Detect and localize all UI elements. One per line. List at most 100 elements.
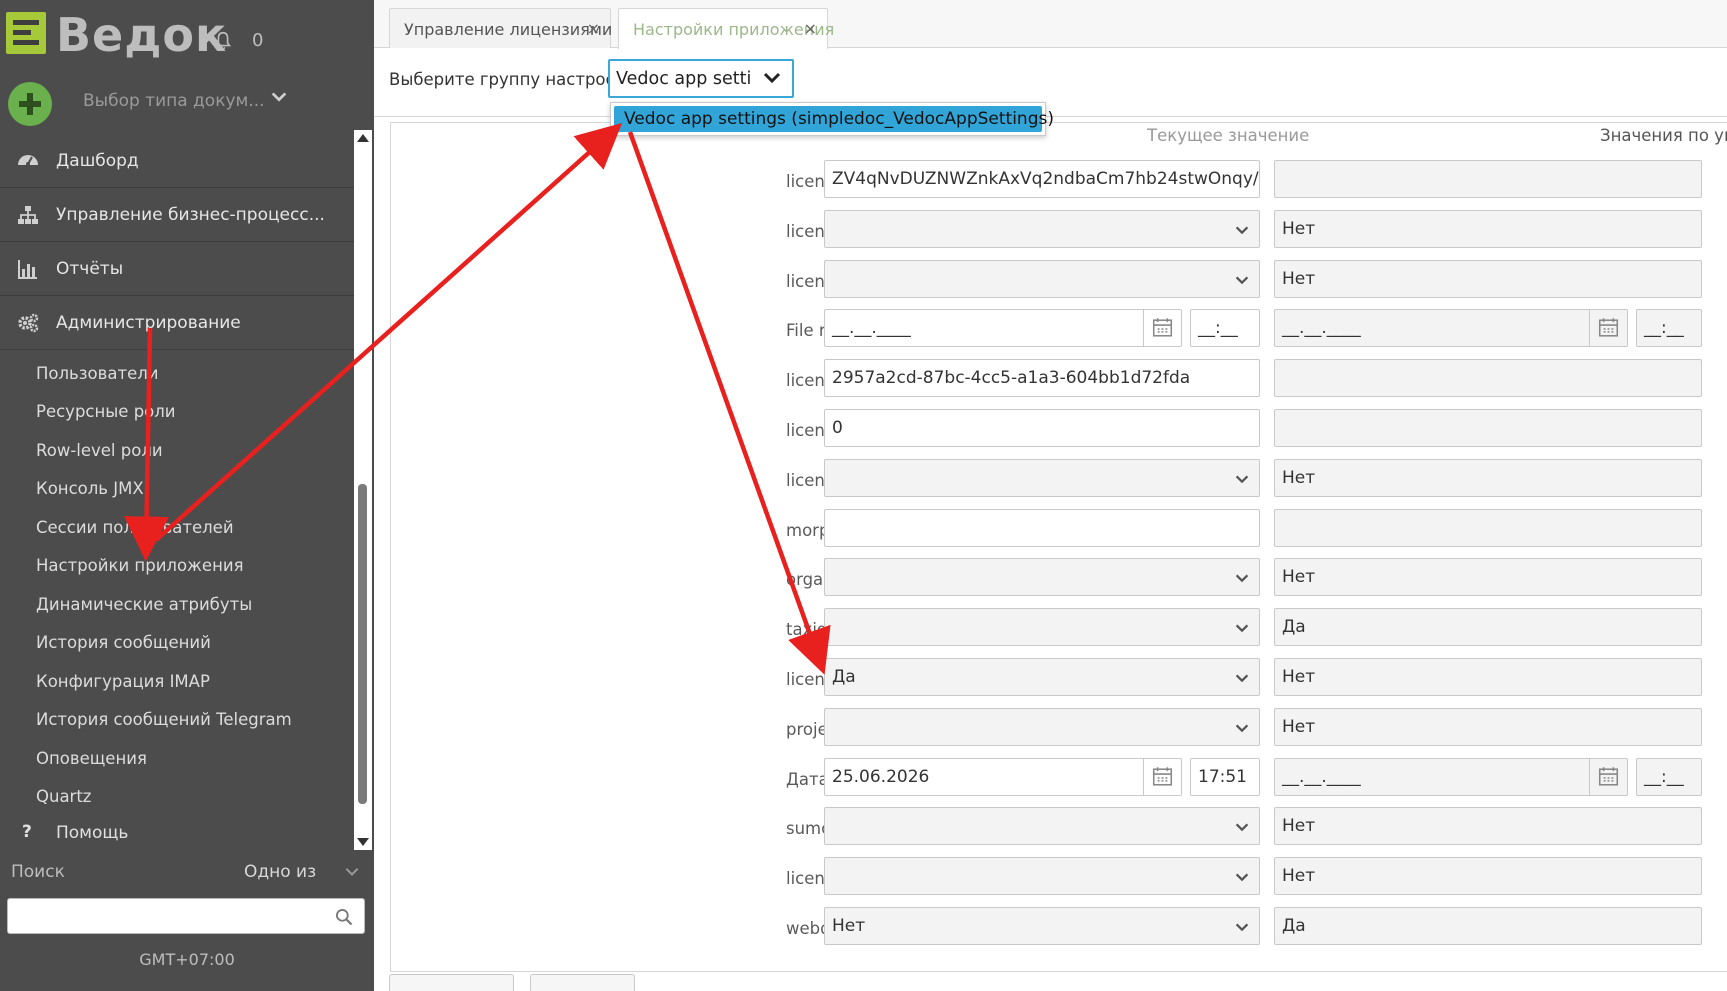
- date-value: __.__.____: [832, 318, 911, 339]
- ok-button[interactable]: [389, 974, 514, 991]
- column-header-current: Текущее значение: [1147, 126, 1310, 145]
- search-header: Поиск Одно из: [0, 858, 374, 888]
- calendar-icon[interactable]: [1143, 310, 1181, 347]
- sidebar-item-reports[interactable]: Отчёты: [0, 242, 354, 296]
- sidebar-item-administration[interactable]: Администрирование: [0, 296, 354, 350]
- notification-count: 0: [252, 30, 264, 51]
- default-date-field[interactable]: __.__.____: [1274, 309, 1628, 348]
- current-date-field[interactable]: __.__.____: [824, 309, 1182, 348]
- sidebar-subitem[interactable]: История сообщений Telegram: [0, 701, 354, 740]
- chevron-down-icon[interactable]: [1233, 470, 1251, 488]
- current-value-select[interactable]: [824, 807, 1260, 846]
- doctype-placeholder[interactable]: Выбор типа докум...: [83, 91, 265, 111]
- default-value-field: Нет: [1274, 558, 1702, 597]
- search-field[interactable]: [7, 898, 365, 934]
- sidebar-scrollbar[interactable]: [354, 130, 372, 850]
- default-time-field[interactable]: __:__: [1636, 309, 1702, 348]
- current-value-input[interactable]: ZV4qNvDUZNWZnkAxVq2ndbaCm7hb24stwOnqy/F4: [824, 160, 1260, 198]
- search-mode-select[interactable]: Одно из: [244, 862, 316, 882]
- current-value-input[interactable]: [824, 508, 1260, 547]
- current-value-input[interactable]: 0: [824, 409, 1260, 447]
- current-value-select[interactable]: [824, 857, 1260, 896]
- calendar-icon[interactable]: [1589, 310, 1627, 347]
- doctype-selector[interactable]: Выбор типа докум...: [0, 78, 374, 126]
- current-time-field[interactable]: __:__: [1190, 309, 1260, 348]
- current-value-select[interactable]: [824, 259, 1260, 298]
- current-value-select[interactable]: [824, 458, 1260, 497]
- sidebar-subitem[interactable]: Row-level роли: [0, 431, 354, 470]
- settings-group-label: Выберите группу настроек: [389, 70, 626, 89]
- settings-group-value: Vedoc app settings: [616, 69, 756, 89]
- current-time-field[interactable]: 17:51: [1190, 757, 1260, 796]
- sidebar-subitem[interactable]: Динамические атрибуты: [0, 585, 354, 624]
- sidebar-subitem[interactable]: Настройки приложения: [0, 547, 354, 586]
- sidebar-subitem[interactable]: Ресурсные роли: [0, 393, 354, 432]
- current-value-select[interactable]: [824, 608, 1260, 647]
- default-date-field[interactable]: __.__.____: [1274, 757, 1628, 796]
- current-value-select[interactable]: [824, 209, 1260, 248]
- chevron-down-icon[interactable]: [270, 88, 288, 106]
- dropdown-option[interactable]: Vedoc app settings (simpledoc_VedocAppSe…: [614, 106, 1054, 132]
- tab-app-settings[interactable]: Настройки приложения ×: [618, 8, 834, 49]
- chevron-down-icon[interactable]: [1233, 271, 1251, 289]
- chevron-down-icon[interactable]: [1233, 719, 1251, 737]
- sidebar-subitem[interactable]: Пользователи: [0, 354, 354, 393]
- chevron-down-icon[interactable]: [1233, 221, 1251, 239]
- logo-icon: [6, 12, 46, 54]
- chevron-down-icon[interactable]: [1233, 868, 1251, 886]
- sidebar-subitem[interactable]: Quartz: [0, 778, 354, 817]
- time-value: __:__: [1644, 766, 1684, 787]
- sidebar-subitem[interactable]: Конфигурация IMAP: [0, 662, 354, 701]
- calendar-icon[interactable]: [1143, 758, 1181, 795]
- default-time-field[interactable]: __:__: [1636, 757, 1702, 796]
- chevron-down-icon[interactable]: [1233, 669, 1251, 687]
- sidebar-item-bpm[interactable]: Управление бизнес-процесс...: [0, 188, 354, 242]
- chevron-down-icon[interactable]: [752, 61, 792, 96]
- current-value-select[interactable]: [824, 558, 1260, 597]
- cancel-button[interactable]: [530, 974, 635, 991]
- close-icon[interactable]: ×: [804, 19, 817, 38]
- gears-icon: [18, 313, 39, 332]
- date-value: __.__.____: [1282, 766, 1361, 787]
- settings-group-select[interactable]: Vedoc app settings: [608, 59, 794, 98]
- current-value-select[interactable]: Нет: [824, 907, 1260, 945]
- chevron-down-icon[interactable]: [1233, 818, 1251, 836]
- tab-label: Управление лицензиями: [404, 20, 613, 39]
- scroll-up-arrow-icon[interactable]: [357, 134, 369, 142]
- chevron-down-icon[interactable]: [1233, 569, 1251, 587]
- chevron-down-icon[interactable]: [1233, 619, 1251, 637]
- close-icon[interactable]: ×: [587, 19, 600, 38]
- create-document-button[interactable]: [8, 82, 52, 126]
- default-value-field: Нет: [1274, 209, 1702, 248]
- sitemap-icon: [18, 205, 38, 224]
- timezone-label: GMT+07:00: [139, 950, 235, 969]
- chevron-down-icon[interactable]: [344, 864, 360, 880]
- sidebar-subitem[interactable]: Консоль JMX: [0, 470, 354, 509]
- default-value: Нет: [1282, 218, 1316, 239]
- search-input[interactable]: [14, 903, 314, 929]
- scrollbar-thumb[interactable]: [358, 484, 367, 804]
- sidebar-item-label: Администрирование: [56, 312, 241, 333]
- default-value: Да: [1282, 617, 1306, 638]
- bell-icon[interactable]: [212, 30, 234, 52]
- default-value: Нет: [1282, 667, 1316, 687]
- calendar-icon[interactable]: [1589, 758, 1627, 795]
- scroll-down-arrow-icon[interactable]: [357, 838, 369, 846]
- sidebar-item-dashboard[interactable]: Дашборд: [0, 134, 354, 188]
- current-value-select[interactable]: [824, 707, 1260, 746]
- sidebar-subitem[interactable]: Оповещения: [0, 739, 354, 778]
- default-value: Да: [1282, 916, 1306, 936]
- chevron-down-icon[interactable]: [1233, 918, 1251, 936]
- current-value-select[interactable]: Да: [824, 658, 1260, 696]
- dashboard-icon: [18, 154, 38, 166]
- sidebar-subitem[interactable]: История сообщений: [0, 624, 354, 663]
- default-value: Нет: [1282, 567, 1316, 588]
- current-date-field[interactable]: 25.06.2026: [824, 757, 1182, 796]
- help-label: Помощь: [56, 823, 129, 843]
- column-header-default: Значения по умолчанию: [1600, 126, 1727, 145]
- current-value-input[interactable]: 2957a2cd-87bc-4cc5-a1a3-604bb1d72fda: [824, 359, 1260, 398]
- search-icon[interactable]: [334, 907, 354, 927]
- sidebar-item-help[interactable]: ? Помощь: [0, 818, 354, 852]
- tab-license-management[interactable]: Управление лицензиями ×: [389, 8, 613, 48]
- sidebar-subitem[interactable]: Сессии пользователей: [0, 508, 354, 547]
